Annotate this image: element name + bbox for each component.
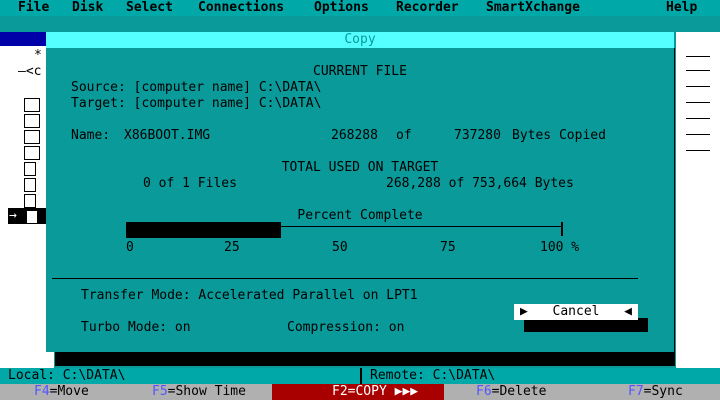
folder-icon[interactable]: [24, 146, 40, 160]
bytes-copied: 268288: [331, 128, 378, 143]
tick-label-50: 50: [332, 240, 348, 255]
panel-divider: [686, 86, 710, 87]
compression-mode: Compression: on: [287, 320, 405, 335]
folder-icon[interactable]: [24, 130, 40, 144]
bytes-copied-label: Bytes Copied: [512, 128, 606, 143]
menu-recorder[interactable]: Recorder: [396, 0, 459, 16]
file-icon[interactable]: [24, 178, 36, 192]
file-icon[interactable]: [24, 162, 36, 176]
turbo-mode: Turbo Mode: on: [81, 320, 191, 335]
panel-divider: [686, 102, 710, 103]
panel-divider: [686, 70, 710, 71]
menu-disk[interactable]: Disk: [72, 0, 103, 16]
bytes-summary: 268,288 of 753,664 Bytes: [386, 176, 574, 191]
local-panel-header: [0, 32, 46, 46]
progress-bar-fill: [126, 222, 281, 238]
tick-label-0: 0: [126, 240, 134, 255]
menu-connections[interactable]: Connections: [198, 0, 284, 16]
local-panel-fragment-2: —<c: [18, 64, 42, 79]
local-path: Local: C:\DATA\: [8, 368, 126, 383]
dialog-separator: [52, 278, 638, 279]
tick-label-100: 100 %: [540, 240, 580, 255]
panel-divider: [686, 150, 710, 151]
tick-label-25: 25: [224, 240, 240, 255]
tick-label-75: 75: [440, 240, 456, 255]
dialog-title: Copy: [46, 32, 674, 48]
fkey-show-time-label: =Show Time: [167, 384, 246, 399]
panel-divider: [686, 118, 710, 119]
of-label: of: [396, 128, 412, 143]
source-path: Source: [computer name] C:\DATA\: [71, 80, 322, 95]
panel-divider: [686, 56, 710, 57]
name-label: Name:: [71, 128, 111, 143]
file-icon[interactable]: [24, 194, 36, 208]
file-icon[interactable]: [26, 210, 38, 224]
selection-arrow-icon: →: [9, 208, 17, 223]
fkey-move-label: =Move: [49, 384, 89, 399]
function-key-bar: F4=Move F5=Show Time F2=COPY ▶▶▶ F6=Dele…: [0, 384, 720, 400]
fkey-copy-key: F2: [332, 384, 348, 399]
panel-divider: [686, 134, 710, 135]
remote-file-panel[interactable]: [676, 32, 720, 368]
status-divider: [360, 368, 362, 384]
fkey-show-time-key: F5: [152, 384, 168, 399]
transfer-mode: Transfer Mode: Accelerated Parallel on L…: [81, 288, 418, 303]
triangle-left-icon: ◀: [624, 304, 632, 319]
fkey-move[interactable]: F4=Move: [0, 384, 134, 400]
fkey-copy[interactable]: F2=COPY ▶▶▶: [272, 384, 444, 400]
fkey-delete-key: F6: [476, 384, 492, 399]
file-total-bytes: 737280: [454, 128, 501, 143]
current-file-heading: CURRENT FILE: [313, 64, 407, 79]
triangle-right-icon: ▶: [520, 304, 528, 319]
fkey-move-key: F4: [34, 384, 50, 399]
cancel-button-shadow: [524, 318, 648, 332]
fkey-show-time[interactable]: F5=Show Time: [136, 384, 270, 400]
progress-end-marker: [561, 222, 563, 236]
copy-dialog: Copy CURRENT FILE Source: [computer name…: [46, 32, 674, 352]
menu-select[interactable]: Select: [126, 0, 173, 16]
menu-help[interactable]: Help: [666, 0, 697, 16]
menu-smartxchange[interactable]: SmartXchange: [486, 0, 580, 16]
folder-icon[interactable]: [24, 114, 40, 128]
menu-bar: File Disk Select Connections Options Rec…: [0, 0, 720, 16]
cancel-button-label: Cancel: [552, 304, 600, 319]
cancel-button[interactable]: ▶ Cancel ◀: [514, 304, 638, 320]
remote-path: Remote: C:\DATA\: [370, 368, 496, 383]
fkey-delete-label: =Delete: [491, 384, 547, 399]
fkey-sync-label: =Sync: [643, 384, 683, 399]
menu-file[interactable]: File: [18, 0, 49, 16]
status-bar: Local: C:\DATA\ Remote: C:\DATA\: [0, 368, 720, 384]
fkey-delete[interactable]: F6=Delete: [446, 384, 582, 400]
total-used-heading: TOTAL USED ON TARGET: [281, 160, 439, 175]
local-panel-fragment: *: [34, 48, 42, 63]
menu-options[interactable]: Options: [314, 0, 369, 16]
target-path: Target: [computer name] C:\DATA\: [71, 96, 322, 111]
file-name: X86BOOT.IMG: [124, 128, 211, 143]
folder-icon[interactable]: [24, 98, 40, 112]
fkey-sync[interactable]: F7=Sync: [584, 384, 720, 400]
fkey-sync-key: F7: [628, 384, 644, 399]
fkey-copy-label: =COPY ▶▶▶: [347, 384, 419, 399]
files-count: 0 of 1 Files: [143, 176, 237, 191]
